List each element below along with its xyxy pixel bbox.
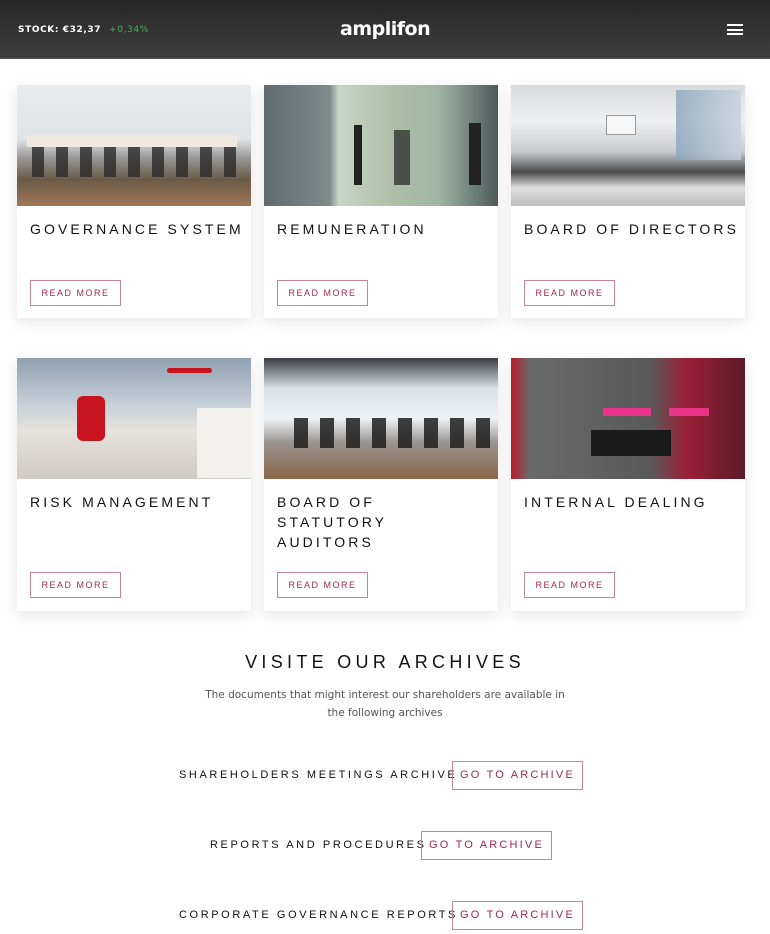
go-to-archive-button[interactable]: GO TO ARCHIVE bbox=[421, 831, 552, 860]
read-more-button[interactable]: READ MORE bbox=[524, 572, 615, 598]
card-title: INTERNAL DEALING bbox=[524, 494, 708, 510]
meeting-room-image bbox=[264, 358, 498, 479]
archives-title: VISITE OUR ARCHIVES bbox=[245, 652, 525, 672]
office-lounge-image bbox=[17, 358, 251, 479]
archive-label-reports-procedures: REPORTS AND PROCEDURES bbox=[210, 839, 427, 851]
card-risk-management: RISK MANAGEMENT READ MORE bbox=[17, 358, 251, 611]
card-title: GOVERNANCE SYSTEM bbox=[30, 221, 244, 237]
stock-price: STOCK: €32,37 bbox=[18, 25, 102, 35]
card-title: BOARD OF STATUTORY AUDITORS bbox=[277, 494, 387, 550]
read-more-button[interactable]: READ MORE bbox=[30, 572, 121, 598]
office-walkers-image bbox=[264, 85, 498, 206]
card-remuneration: REMUNERATION READ MORE bbox=[264, 85, 498, 318]
stock-change: +0,34% bbox=[109, 25, 149, 35]
read-more-button[interactable]: READ MORE bbox=[524, 280, 615, 306]
card-title: REMUNERATION bbox=[277, 221, 427, 237]
card-board-of-statutory-auditors: BOARD OF STATUTORY AUDITORS READ MORE bbox=[264, 358, 498, 611]
archive-label-corporate-governance-reports: CORPORATE GOVERNANCE REPORTS bbox=[179, 909, 458, 921]
card-internal-dealing: INTERNAL DEALING READ MORE bbox=[511, 358, 745, 611]
card-board-of-directors: BOARD OF DIRECTORS READ MORE bbox=[511, 85, 745, 318]
go-to-archive-button[interactable]: GO TO ARCHIVE bbox=[452, 901, 583, 930]
hamburger-menu-icon[interactable] bbox=[727, 24, 743, 35]
stock-ticker: STOCK: €32,37 +0,34% bbox=[18, 25, 149, 35]
amplifon-logo[interactable]: amplifon bbox=[340, 18, 431, 40]
conference-room-image bbox=[511, 85, 745, 206]
read-more-button[interactable]: READ MORE bbox=[277, 572, 368, 598]
card-title: BOARD OF DIRECTORS bbox=[524, 221, 740, 237]
boardroom-image bbox=[17, 85, 251, 206]
reception-image bbox=[511, 358, 745, 479]
archives-description: The documents that might interest our sh… bbox=[205, 689, 565, 719]
top-header: STOCK: €32,37 +0,34% amplifon bbox=[0, 0, 770, 59]
read-more-button[interactable]: READ MORE bbox=[30, 280, 121, 306]
archive-label-shareholders-meetings: SHAREHOLDERS MEETINGS ARCHIVE bbox=[179, 769, 458, 781]
card-title: RISK MANAGEMENT bbox=[30, 494, 214, 510]
card-governance-system: GOVERNANCE SYSTEM READ MORE bbox=[17, 85, 251, 318]
go-to-archive-button[interactable]: GO TO ARCHIVE bbox=[452, 761, 583, 790]
read-more-button[interactable]: READ MORE bbox=[277, 280, 368, 306]
